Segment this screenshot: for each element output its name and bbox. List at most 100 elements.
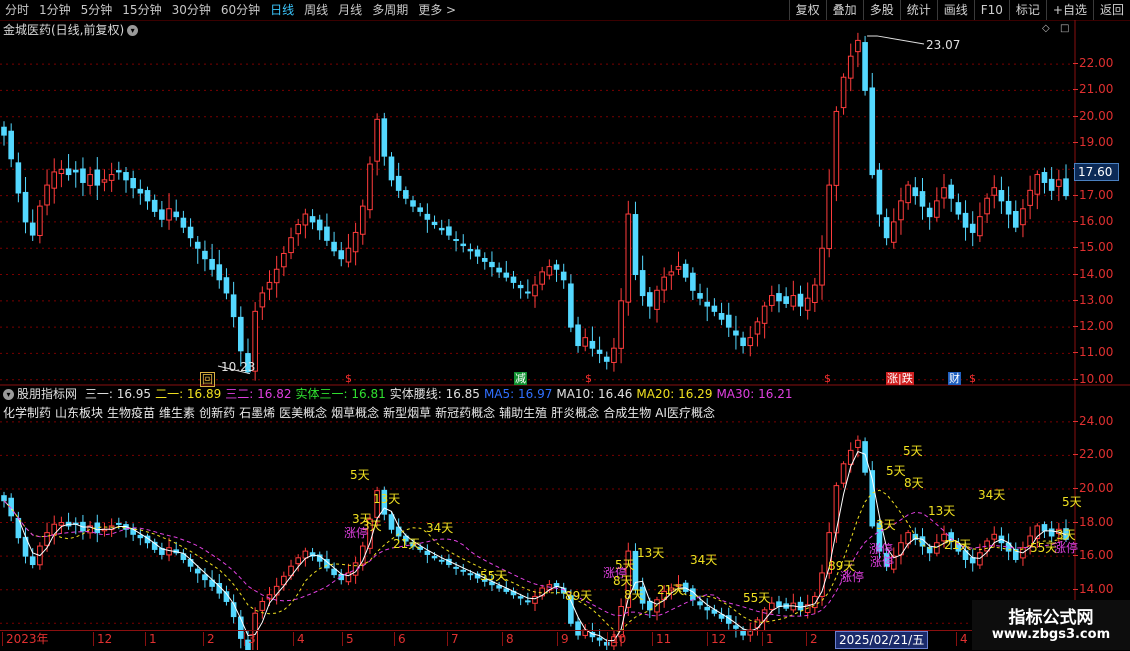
price-candle bbox=[431, 221, 438, 226]
indicator-candle bbox=[259, 600, 266, 611]
indicator-candle bbox=[295, 557, 302, 565]
concept-tag: 石墨烯 bbox=[239, 406, 276, 420]
price-candle bbox=[331, 241, 337, 252]
signal-marker: $ bbox=[585, 372, 592, 385]
concept-tag: 合成生物 bbox=[603, 406, 652, 420]
price-candle bbox=[37, 205, 43, 236]
price-candle bbox=[525, 291, 531, 294]
concept-tag: 创新药 bbox=[199, 406, 236, 420]
price-candle bbox=[367, 163, 373, 211]
time-tick: 1 bbox=[145, 632, 157, 646]
price-candle bbox=[611, 347, 617, 363]
price-candle bbox=[295, 224, 302, 235]
price-candle bbox=[532, 284, 538, 297]
indicator-value: 实体腰线: 16.85 bbox=[389, 387, 480, 401]
price-candle bbox=[101, 179, 108, 183]
price-tick: 20.00 bbox=[1073, 109, 1130, 123]
price-candle bbox=[984, 197, 990, 215]
price-candle bbox=[1, 126, 7, 136]
price-candle bbox=[869, 87, 876, 176]
indicator-candle bbox=[424, 550, 431, 555]
indicator-candle bbox=[1041, 524, 1048, 532]
price-candle bbox=[438, 227, 445, 231]
concept-tag: 医美概念 bbox=[279, 406, 328, 420]
indicator-tick: 18.00 bbox=[1073, 515, 1130, 529]
price-candle bbox=[1012, 210, 1019, 228]
indicator-candle bbox=[29, 556, 36, 566]
cycle-label: 55天 bbox=[743, 591, 771, 605]
price-tick: 14.00 bbox=[1073, 267, 1130, 281]
price-candle bbox=[288, 237, 294, 254]
indicator-candle bbox=[525, 600, 531, 603]
price-candle bbox=[123, 172, 129, 181]
indicator-candle bbox=[517, 596, 524, 599]
indicator-candle bbox=[94, 522, 101, 534]
indicator-tick: 16.00 bbox=[1073, 548, 1130, 562]
cycle-label: 34天 bbox=[978, 488, 1006, 502]
price-candle bbox=[883, 217, 890, 239]
time-tick: 3 bbox=[244, 632, 256, 646]
price-candle bbox=[847, 55, 854, 79]
price-candle bbox=[912, 187, 919, 197]
price-candle bbox=[546, 266, 553, 276]
price-candle bbox=[969, 223, 976, 233]
indicator-tick: 22.00 bbox=[1073, 447, 1130, 461]
price-candle bbox=[991, 187, 998, 196]
indicator-candle bbox=[467, 573, 474, 576]
indicator-candle bbox=[58, 522, 65, 526]
price-candle bbox=[489, 261, 495, 268]
time-tick: 10 bbox=[607, 632, 626, 646]
indicator-candles bbox=[1, 435, 1069, 650]
price-candle bbox=[266, 281, 273, 290]
cycle-label: 34天 bbox=[690, 553, 718, 567]
price-candle bbox=[768, 295, 775, 306]
price-candle bbox=[403, 190, 409, 199]
time-tick: 4 bbox=[956, 632, 968, 646]
price-candle bbox=[80, 168, 86, 183]
price-candle bbox=[202, 250, 208, 260]
indicator-tick: 14.00 bbox=[1073, 582, 1130, 596]
indicator-candle bbox=[194, 568, 201, 574]
chevron-down-icon[interactable]: ▾ bbox=[3, 389, 14, 400]
price-candle bbox=[517, 284, 524, 289]
price-candle bbox=[819, 247, 825, 286]
cycle-label: 涨停 bbox=[840, 570, 865, 584]
price-candle bbox=[718, 313, 725, 320]
concept-tag: 辅助生殖 bbox=[499, 406, 548, 420]
signal-marker: 减 bbox=[514, 372, 527, 385]
cycle-label: 5天 bbox=[903, 444, 923, 458]
time-tick: 4 bbox=[293, 632, 305, 646]
indicator-value: MA10: 16.46 bbox=[556, 387, 633, 401]
cycle-label: 8天 bbox=[904, 476, 924, 490]
price-candle bbox=[108, 174, 115, 181]
price-candle bbox=[704, 301, 711, 307]
time-tick: 6 bbox=[394, 632, 406, 646]
price-candle bbox=[582, 337, 589, 347]
price-candle bbox=[209, 258, 215, 270]
price-candle bbox=[898, 200, 904, 221]
price-candle bbox=[725, 314, 732, 328]
cycle-label: 涨停 bbox=[1054, 541, 1079, 555]
price-candle bbox=[754, 321, 761, 335]
price-candle bbox=[388, 156, 395, 181]
cycle-label: 5天 bbox=[886, 464, 906, 478]
price-candle bbox=[955, 202, 962, 215]
price-tick: 11.00 bbox=[1073, 345, 1130, 359]
indicator-candle bbox=[431, 555, 438, 559]
cycle-label: 涨停 bbox=[870, 555, 895, 569]
price-candle bbox=[618, 300, 624, 349]
price-candle bbox=[740, 337, 746, 347]
watermark-url: www.zbgs3.com bbox=[991, 627, 1111, 642]
price-candle bbox=[690, 272, 696, 291]
price-candle bbox=[776, 293, 782, 302]
price-candle bbox=[639, 270, 646, 297]
indicator-candle bbox=[460, 569, 467, 572]
price-candle bbox=[381, 118, 388, 157]
cycle-label: 13天 bbox=[928, 504, 956, 518]
price-candle bbox=[568, 283, 574, 328]
concept-tag: 维生素 bbox=[159, 406, 196, 420]
time-tick: 2023年 bbox=[2, 632, 49, 646]
price-candle bbox=[697, 293, 703, 299]
concept-tag: 肝炎概念 bbox=[551, 406, 600, 420]
cycle-label: 21天 bbox=[944, 538, 972, 552]
